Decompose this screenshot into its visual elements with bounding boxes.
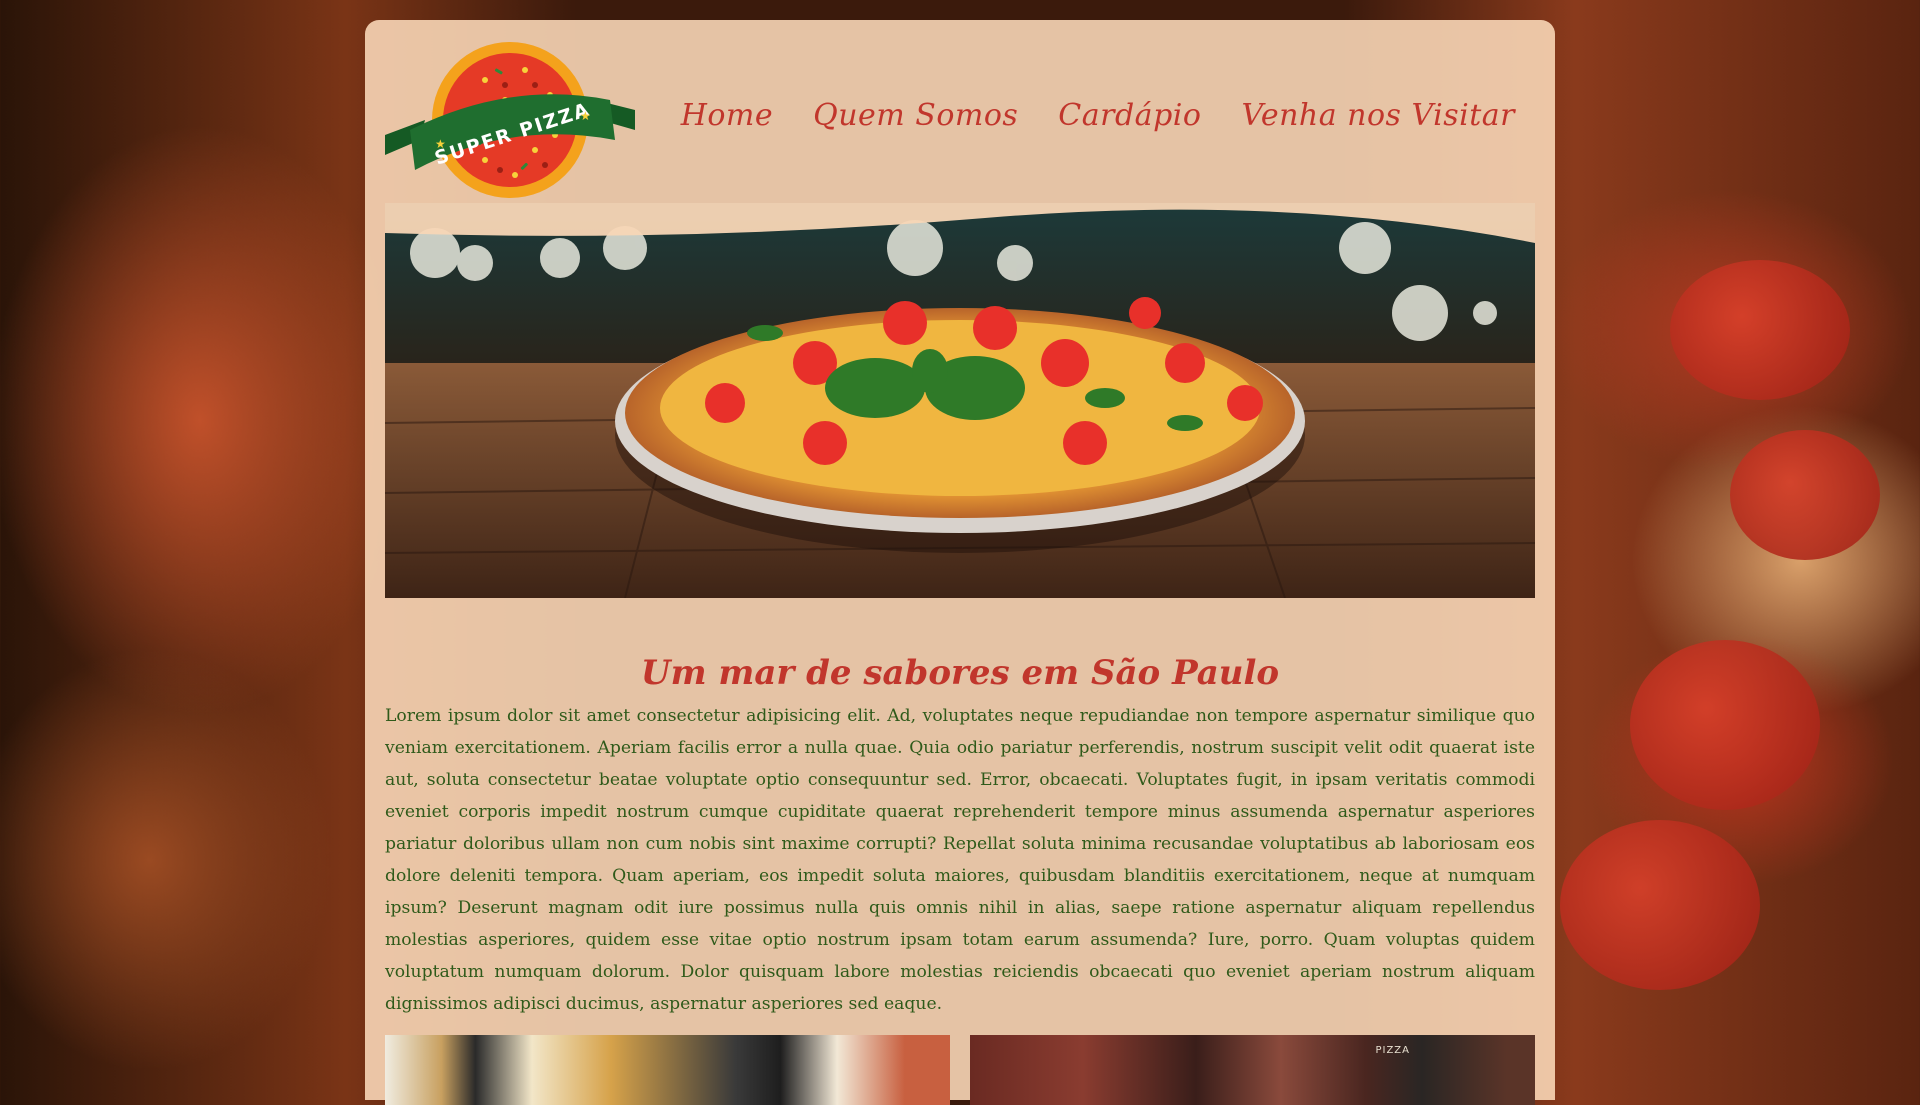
storefront-sign: PIZZA xyxy=(1375,1045,1410,1056)
svg-text:★: ★ xyxy=(580,109,591,123)
nav-cardapio[interactable]: Cardápio xyxy=(1058,98,1201,133)
background-pepperoni xyxy=(1730,430,1880,560)
content-panel: SUPER PIZZA ★ ★ Home Quem Somos Cardápio… xyxy=(365,20,1555,1105)
page-heading: Um mar de sabores em São Paulo xyxy=(640,652,1280,693)
hero-image xyxy=(385,203,1535,598)
svg-text:★: ★ xyxy=(435,137,446,151)
nav-home[interactable]: Home xyxy=(681,98,773,133)
background-pepperoni xyxy=(1560,820,1760,990)
gallery-image-storefront[interactable]: PIZZA xyxy=(970,1035,1535,1105)
gallery-image-pizzas[interactable] xyxy=(385,1035,950,1105)
background-pepperoni xyxy=(1670,260,1850,400)
background-pepperoni xyxy=(1630,640,1820,810)
super-pizza-logo[interactable]: SUPER PIZZA ★ ★ xyxy=(385,40,635,200)
nav-venha-nos-visitar[interactable]: Venha nos Visitar xyxy=(1241,98,1515,133)
intro-paragraph: Lorem ipsum dolor sit amet consectetur a… xyxy=(385,706,1535,1014)
main-nav: Home Quem Somos Cardápio Venha nos Visit… xyxy=(681,98,1515,133)
nav-quem-somos[interactable]: Quem Somos xyxy=(813,98,1018,133)
